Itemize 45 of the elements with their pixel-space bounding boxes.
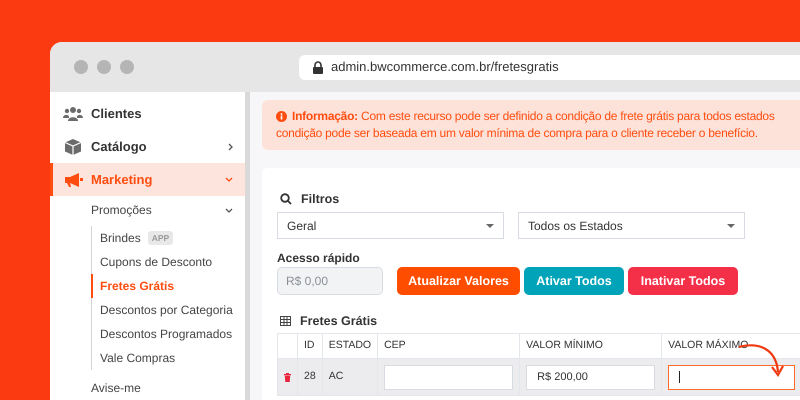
window-control-icon[interactable] [97,60,111,74]
table-title: Fretes Grátis [300,312,378,330]
users-icon [63,106,83,122]
info-text: condição pode ser baseada em um valor mínima de compra para o cliente receber o benefício. [276,125,758,142]
text-cursor [679,371,680,383]
app-badge: APP [148,230,174,246]
chevron-down-icon [225,208,233,212]
cube-icon [64,138,82,156]
info-text: Informação: Com este recurso pode ser definido a condição de frete grátis para todos estados [292,108,775,125]
table-input-field[interactable] [668,364,796,390]
filters-title: Filtros [301,190,340,208]
sidebar-subitem[interactable]: Descontos por Categoria [92,298,241,322]
table-icon [280,316,291,326]
table-row[interactable]: 28 AC R$ 200,00 [278,358,800,396]
info-icon [276,111,287,122]
chevron-right-icon [228,142,233,150]
sidebar-subitem[interactable]: Descontos Programados [92,322,241,346]
search-icon [280,193,292,205]
table-cell: AC [328,370,344,382]
megaphone-icon [64,172,82,188]
dropdown-caret-icon [486,224,494,228]
address-bar[interactable]: admin.bwcommerce.com.br/fretesgratis [299,54,800,80]
sidebar-subitem[interactable]: Cupons de Desconto [92,250,241,274]
sidebar-subitem[interactable]: Avise-me [50,370,245,400]
window-control-icon[interactable] [74,60,88,74]
trash-icon[interactable] [284,372,291,382]
column-header: VALOR MÍNIMO [520,334,662,358]
sidebar-item[interactable]: Catálogo [50,130,245,163]
window-control-icon[interactable] [120,60,134,74]
url-text: admin.bwcommerce.com.br/fretesgratis [331,58,559,76]
dropdown-caret-icon [727,224,735,228]
sidebar-subitem[interactable]: Brindes [100,229,141,247]
table-cell: 28 [304,370,316,382]
action-button[interactable]: Inativar Todos [628,267,738,295]
filter-select[interactable]: Geral [277,212,504,239]
table-input-field[interactable]: R$ 200,00 [526,364,656,390]
sidebar-subitem[interactable]: Promoções [50,196,245,224]
quick-access-field[interactable]: R$ 0,00 [277,267,383,295]
filter-select[interactable]: Todos os Estados [518,212,745,239]
quick-access-label: Acesso rápido [277,251,361,265]
chevron-down-icon [225,177,233,182]
lock-icon [313,60,323,74]
sidebar-item[interactable]: Clientes [50,97,245,130]
sidebar-subitem[interactable]: Vale Compras [92,346,241,370]
column-header: CEP [378,334,520,358]
